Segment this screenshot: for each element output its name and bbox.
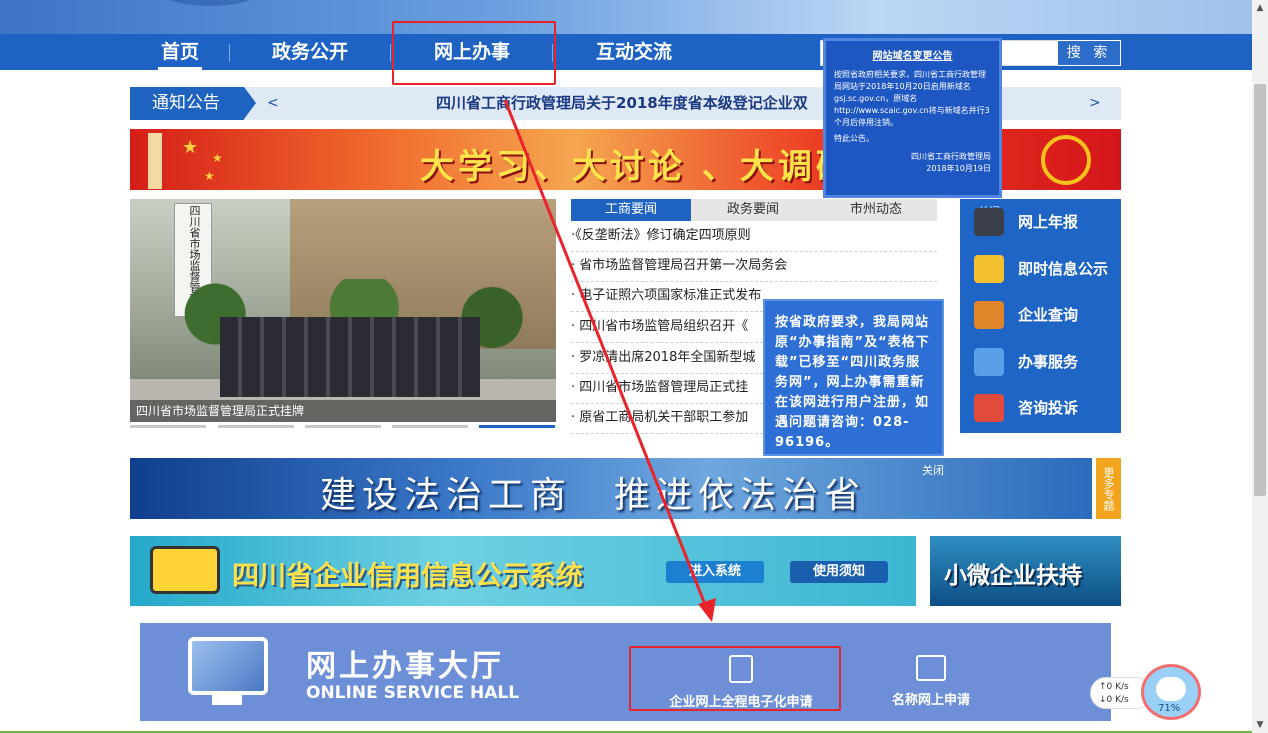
scroll-up-arrow-icon[interactable]: ▲ [1252,0,1268,16]
credit-system-title: 四川省企业信用信息公示系统 [232,561,583,592]
tab-business-news[interactable]: 工商要闻 [571,199,691,221]
carousel-dot-active[interactable] [479,425,555,428]
nav-divider [390,44,391,62]
star-icon: ★ [204,169,215,183]
page-scrollbar[interactable]: ▲ ▼ [1252,0,1268,733]
credit-system-banner[interactable]: 四川省企业信用信息公示系统 进入系统 使用须知 [130,536,916,606]
chat-assistant-button[interactable]: 71% [1141,664,1201,720]
service-company-search[interactable]: 企业查询 [960,292,1121,338]
header-banner [0,0,1252,34]
nav-interaction[interactable]: 互动交流 [582,34,686,70]
service-label: 网上年报 [1018,213,1079,231]
popup-closing: 特此公告。 [834,134,874,143]
popup-date: 2018年10月19日 [926,164,991,173]
small-business-title: 小微企业扶持 [944,563,1082,589]
highlight-box-hall [629,646,841,711]
small-business-banner[interactable]: 小微企业扶持 [930,536,1121,606]
carousel-dot[interactable] [305,425,381,428]
computer-stand [212,695,242,705]
search-button[interactable]: 搜 索 [1057,40,1121,66]
notice-next-button[interactable]: > [1089,87,1101,120]
news-photo[interactable]: 四川省市场监督管理局 四川省市场监督管理局正式挂牌 [130,199,556,422]
law-banner-text: 建设法治工商 推进依法治省 [320,475,867,516]
service-info-publicity[interactable]: 即时信息公示 [960,246,1121,292]
hall-title-cn: 网上办事大厅 [306,649,504,684]
nav-divider [229,44,230,62]
computer-icon [188,637,268,695]
envelope-icon [916,655,946,681]
name-application-label: 名称网上申请 [891,693,970,708]
nav-home[interactable]: 首页 [155,34,205,70]
carousel-indicators [130,425,556,429]
nav-active-indicator [158,67,202,70]
service-panel: 关闭 网上年报 即时信息公示 企业查询 办事服务 咨询投诉 [960,199,1121,433]
main-nav: 首页 政务公开 网上办事 互动交流 搜 索 [0,34,1252,70]
star-icon: ★ [182,137,199,158]
scroll-thumb[interactable] [1254,84,1266,496]
nav-gov-affairs[interactable]: 政务公开 [258,34,362,70]
pencil-icon [974,348,1004,376]
party-emblem-icon [1041,135,1091,185]
service-complaints[interactable]: 咨询投诉 [960,385,1121,431]
notice-text[interactable]: 四川省工商行政管理局关于2018年度省本级登记企业双 [436,87,808,120]
name-application-link[interactable]: 名称网上申请 [836,655,1026,708]
usage-guide-button[interactable]: 使用须知 [790,561,888,583]
briefcase-icon [974,301,1004,329]
popup-signer: 四川省工商行政管理局 [911,152,991,161]
notice-prev-button[interactable]: < [267,87,279,120]
clipboard-icon [974,255,1004,283]
group-photo [220,317,480,397]
photo-caption[interactable]: 四川省市场监督管理局正式挂牌 [130,400,556,422]
popup-title: 网站域名变更公告 [872,51,953,62]
service-label: 即时信息公示 [1018,260,1109,278]
popup-body: 按照省政府相关要求，四川省工商行政管理局网站于2018年10月20日启用新域名g… [834,70,990,127]
banner-slogan: 大学习、大讨论 、大调研 [420,147,854,187]
news-item[interactable]: · 省市场监督管理局召开第一次局务会 [571,251,937,282]
chat-percent: 71% [1158,703,1181,714]
tab-city-news[interactable]: 市州动态 [815,199,937,221]
news-tabs: 工商要闻 政务要闻 市州动态 [571,199,937,221]
domain-change-popup[interactable]: 网站域名变更公告 按照省政府相关要求，四川省工商行政管理局网站于2018年10月… [823,38,1002,198]
service-label: 咨询投诉 [1018,399,1079,417]
service-migration-popup[interactable]: 按省政府要求，我局网站原“办事指南”及“表格下载”已移至“四川政务服务网”，网上… [763,299,944,456]
pillar-decoration [148,133,162,189]
hall-title-en: ONLINE SERVICE HALL [306,683,520,703]
enter-system-button[interactable]: 进入系统 [666,561,764,583]
star-icon: ★ [212,151,223,165]
law-banner-close-button[interactable]: 关闭 [922,462,944,478]
carousel-dot[interactable] [130,425,206,428]
service-label: 企业查询 [1018,306,1079,324]
monitor-icon [150,546,220,594]
mail-icon [974,394,1004,422]
scroll-down-arrow-icon[interactable]: ▼ [1252,717,1268,733]
notice-label: 通知公告 [130,87,256,120]
more-topics-button[interactable]: 更多专题 [1096,458,1121,519]
law-banner[interactable]: 建设法治工商 推进依法治省 关闭 [130,458,1092,519]
chat-icon [1156,677,1186,701]
service-affairs[interactable]: 办事服务 [960,339,1121,385]
service-label: 办事服务 [1018,353,1079,371]
carousel-dot[interactable] [392,425,468,428]
news-item[interactable]: ·《反垄断法》修订确定四项原则 [571,221,937,252]
online-service-hall: 网上办事大厅 ONLINE SERVICE HALL 企业网上全程电子化申请 名… [140,623,1111,721]
laptop-icon [974,208,1004,236]
service-annual-report[interactable]: 网上年报 [960,199,1121,245]
tab-gov-news[interactable]: 政务要闻 [693,199,813,221]
highlight-box-nav [392,21,556,85]
carousel-dot[interactable] [218,425,294,428]
